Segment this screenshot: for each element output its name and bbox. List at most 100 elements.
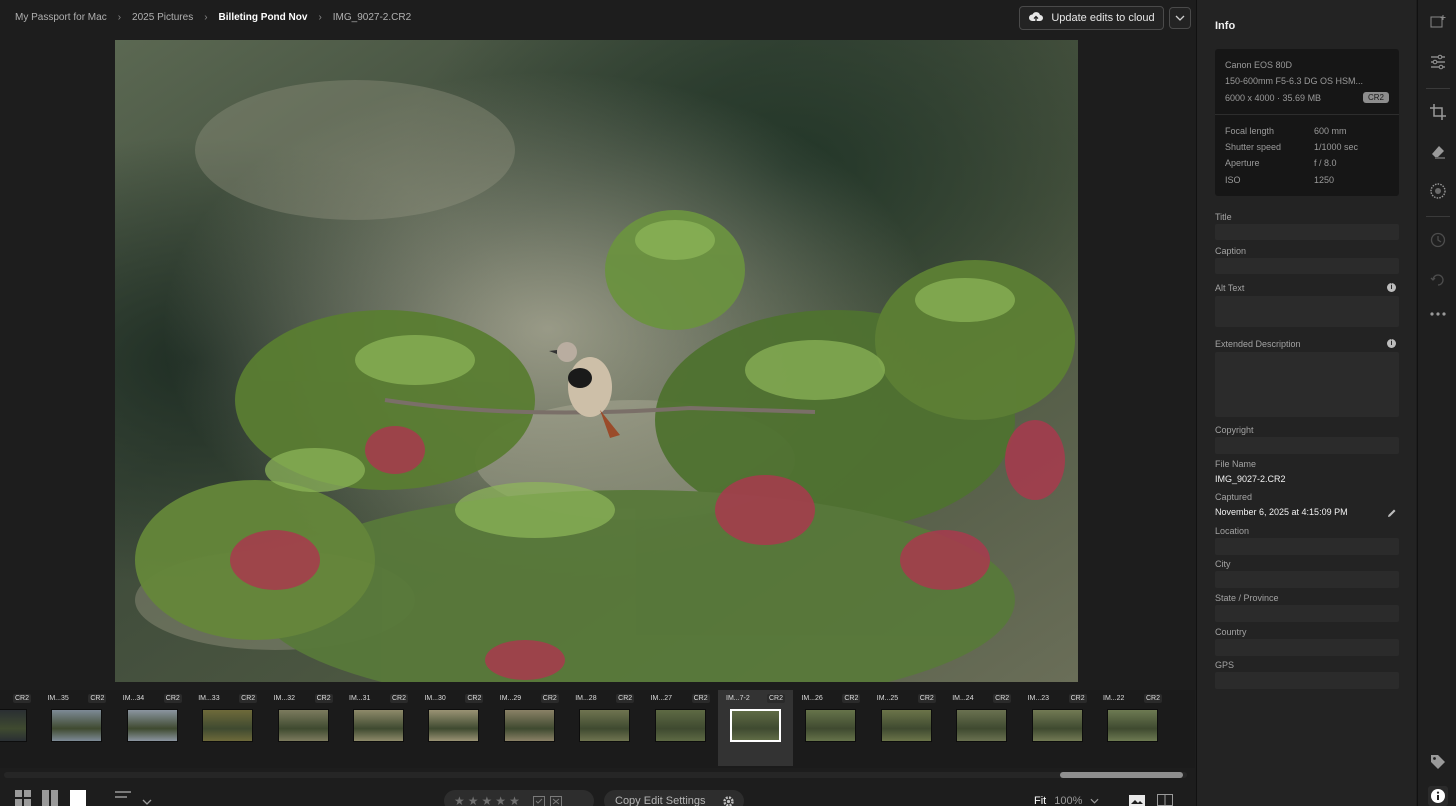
thumbnail-format-badge: CR2: [88, 694, 107, 703]
thumbnail-name: IM...33: [198, 695, 220, 702]
heal-eraser-icon[interactable]: [1428, 141, 1448, 161]
flag-group: [532, 795, 562, 806]
zoom-mode[interactable]: Fit: [1034, 795, 1046, 806]
scrollbar-track: [4, 772, 1187, 778]
filmstrip-thumbnail[interactable]: IM...7-2 CR2: [718, 690, 793, 766]
thumbnail-image: [51, 709, 103, 742]
info-icon[interactable]: [1428, 786, 1448, 806]
thumbnail-name: IM...23: [1027, 695, 1049, 702]
filmstrip-scrollbar[interactable]: [0, 770, 1195, 780]
filmstrip-thumbnail[interactable]: IM...25 CR2: [869, 690, 944, 766]
breadcrumb-item-folder[interactable]: 2025 Pictures: [132, 12, 193, 23]
copy-edit-settings-button[interactable]: Copy Edit Settings: [604, 790, 744, 806]
filmstrip-thumbnail[interactable]: IM...35 CR2: [39, 690, 114, 766]
extended-description-field[interactable]: [1215, 352, 1399, 417]
thumbnail-image: [730, 709, 781, 742]
pick-flag-icon[interactable]: [532, 795, 545, 806]
thumbnail-name: IM...28: [575, 695, 597, 702]
thumbnail-format-badge: CR2: [616, 694, 635, 703]
detail-view-icon[interactable]: [70, 790, 86, 806]
filmstrip-thumbnail[interactable]: IM...23 CR2: [1020, 690, 1095, 766]
split-view-icon[interactable]: [1157, 794, 1173, 806]
exif-label: ISO: [1225, 175, 1241, 185]
versions-icon[interactable]: [1428, 270, 1448, 290]
cloud-button-label: Update edits to cloud: [1051, 12, 1155, 24]
breadcrumb-item-drive[interactable]: My Passport for Mac: [15, 12, 107, 23]
star-icon[interactable]: ★: [509, 795, 520, 806]
more-icon[interactable]: [1428, 304, 1448, 324]
chevron-down-icon[interactable]: [142, 794, 152, 806]
copyright-field[interactable]: [1215, 437, 1399, 454]
filmstrip-thumbnail[interactable]: IM...33 CR2: [190, 690, 265, 766]
star-icon[interactable]: ★: [482, 795, 493, 806]
star-icon[interactable]: ★: [495, 795, 506, 806]
cloud-options-dropdown[interactable]: [1169, 7, 1191, 29]
square-grid-view-icon[interactable]: [42, 790, 58, 806]
add-photo-icon[interactable]: [1428, 12, 1448, 32]
extended-description-label: Extended Description: [1215, 339, 1301, 349]
filmstrip-thumbnail[interactable]: IM...28 CR2: [567, 690, 642, 766]
filmstrip-thumbnail[interactable]: IM...36CR2: [0, 690, 39, 766]
title-label: Title: [1215, 212, 1232, 222]
camera-info-card: Canon EOS 80D 150-600mm F5-6.3 DG OS HSM…: [1215, 49, 1399, 196]
filmstrip-thumbnail[interactable]: IM...32 CR2: [266, 690, 341, 766]
keyword-tag-icon[interactable]: [1428, 752, 1448, 772]
chevron-down-icon[interactable]: [1090, 795, 1099, 806]
edit-sliders-icon[interactable]: [1428, 52, 1448, 72]
thumbnail-name: IM...7-2: [726, 695, 750, 702]
thumbnail-format-badge: CR2: [766, 694, 785, 703]
reject-flag-icon[interactable]: [549, 795, 562, 806]
masking-icon[interactable]: [1428, 181, 1448, 201]
thumbnail-name: IM...34: [122, 695, 145, 702]
breadcrumb: My Passport for Mac › 2025 Pictures › Bi…: [15, 12, 411, 23]
zoom-percent[interactable]: 100%: [1054, 795, 1082, 806]
filmstrip-thumbnail[interactable]: IM...24 CR2: [944, 690, 1019, 766]
filmstrip-thumbnail[interactable]: IM...27 CR2: [643, 690, 718, 766]
main-photo[interactable]: [115, 40, 1078, 682]
star-icon[interactable]: ★: [454, 795, 465, 806]
thumbnail-image: [956, 709, 1008, 742]
info-icon[interactable]: i: [1387, 283, 1396, 292]
update-edits-to-cloud-button[interactable]: Update edits to cloud: [1019, 6, 1164, 30]
gear-icon[interactable]: [722, 795, 735, 806]
scrollbar-thumb[interactable]: [1060, 772, 1183, 778]
filmstrip-thumbnail[interactable]: IM...30 CR2: [416, 690, 491, 766]
crop-icon[interactable]: [1428, 102, 1448, 122]
location-field[interactable]: [1215, 538, 1399, 555]
lens-model: 150-600mm F5-6.3 DG OS HSM...: [1225, 76, 1364, 86]
filmstrip-thumbnail[interactable]: IM...34 CR2: [115, 690, 190, 766]
breadcrumb-item-file: IMG_9027-2.CR2: [332, 12, 412, 23]
copyright-label: Copyright: [1215, 425, 1254, 435]
thumbnail-format-badge: CR2: [314, 694, 333, 703]
alt-text-field[interactable]: [1215, 296, 1399, 327]
thumbnail-name: IM...29: [499, 695, 522, 702]
country-field[interactable]: [1215, 639, 1399, 656]
thumbnail-format-badge: CR2: [691, 694, 710, 703]
sort-icon[interactable]: [115, 790, 133, 805]
exif-label: Aperture: [1225, 158, 1260, 168]
filmstrip-thumbnail[interactable]: IM...22 CR2: [1095, 690, 1170, 766]
grid-view-icon[interactable]: [15, 790, 31, 806]
info-icon[interactable]: i: [1387, 339, 1396, 348]
filmstrip-thumbnail[interactable]: IM...29 CR2: [492, 690, 567, 766]
filmstrip-thumbnail[interactable]: IM...31 CR2: [341, 690, 416, 766]
caption-label: Caption: [1215, 246, 1247, 256]
dimensions-size: 6000 x 4000 · 35.69 MB: [1225, 93, 1322, 103]
title-field[interactable]: [1215, 224, 1399, 240]
star-icon[interactable]: ★: [468, 795, 479, 806]
history-icon[interactable]: [1428, 230, 1448, 250]
breadcrumb-item-album[interactable]: Billeting Pond Nov: [219, 12, 308, 23]
city-field[interactable]: [1215, 571, 1399, 588]
zoom-control[interactable]: Fit 100%: [1034, 795, 1099, 806]
compare-view-icon[interactable]: [1129, 795, 1145, 806]
state-province-field[interactable]: [1215, 605, 1399, 622]
caption-field[interactable]: [1215, 258, 1399, 274]
exif-value: 600 mm: [1314, 126, 1347, 136]
filmstrip-thumbnail[interactable]: IM...26 CR2: [793, 690, 868, 766]
thumbnail-image: [428, 709, 480, 742]
gps-field[interactable]: [1215, 672, 1399, 689]
pencil-icon[interactable]: [1387, 507, 1397, 521]
file-name-value: IMG_9027-2.CR2: [1215, 474, 1286, 484]
copy-edit-label: Copy Edit Settings: [615, 795, 706, 806]
info-panel: Info Canon EOS 80D 150-600mm F5-6.3 DG O…: [1196, 0, 1416, 806]
